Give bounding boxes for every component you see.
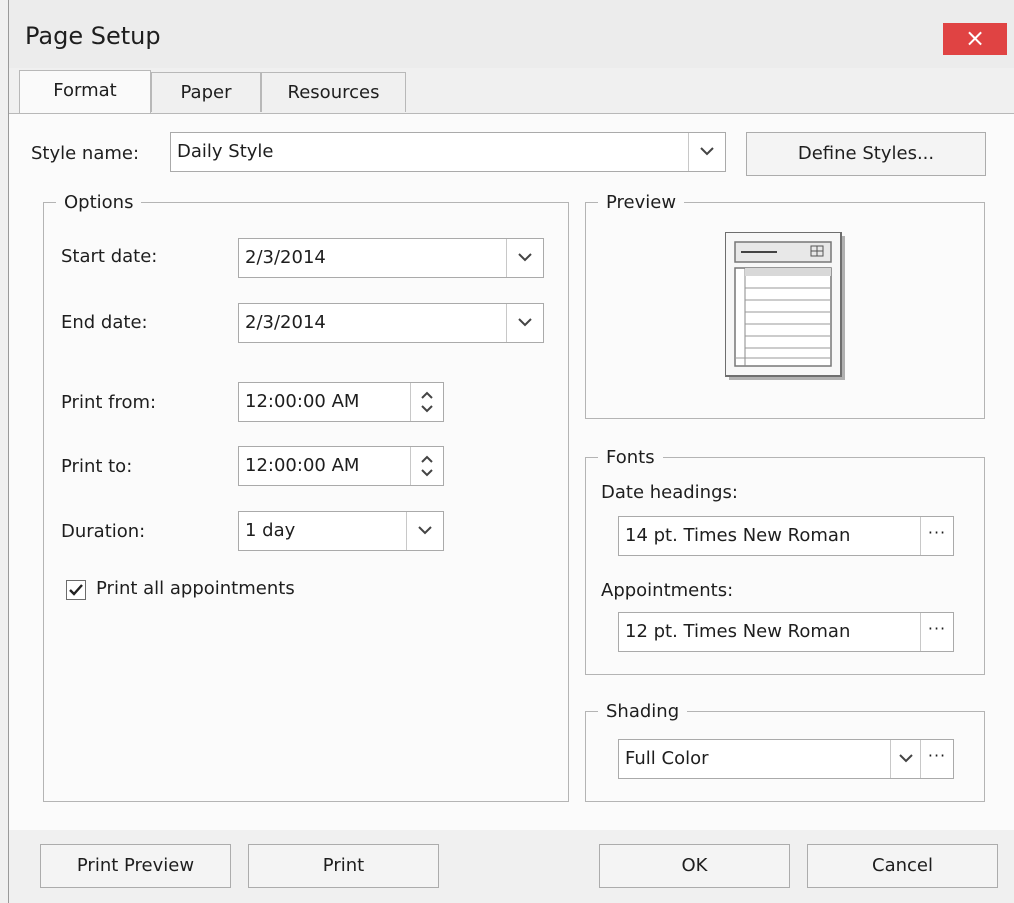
duration-combobox[interactable]: 1 day (238, 511, 444, 551)
close-icon: × (964, 24, 986, 52)
chevron-down-icon (700, 147, 714, 156)
print-from-label: Print from: (61, 392, 157, 413)
print-from-time-spinner[interactable]: 12:00:00 AM (238, 382, 444, 422)
chevron-down-icon (518, 318, 532, 327)
daily-calendar-page-icon (725, 232, 845, 380)
date-headings-label: Date headings: (601, 482, 738, 503)
appointments-font-field: 12 pt. Times New Roman ··· (618, 612, 954, 652)
print-all-appointments-checkbox[interactable] (66, 580, 86, 600)
shading-dropdown-button[interactable] (890, 740, 921, 778)
checkmark-icon (69, 584, 83, 596)
start-date-label: Start date: (61, 246, 158, 267)
shading-browse-button[interactable]: ··· (920, 740, 953, 778)
define-styles-button[interactable]: Define Styles... (746, 132, 986, 176)
options-group: Options (43, 192, 569, 802)
print-from-spin-buttons[interactable] (410, 383, 443, 421)
preview-legend: Preview (606, 192, 677, 213)
tab-paper[interactable]: Paper (151, 72, 261, 112)
tab-paper-label: Paper (180, 82, 232, 103)
date-headings-font-field: 14 pt. Times New Roman ··· (618, 516, 954, 556)
appointments-font-value: 12 pt. Times New Roman (625, 621, 851, 642)
print-to-label: Print to: (61, 456, 133, 477)
options-legend: Options (64, 192, 134, 213)
duration-label: Duration: (61, 521, 146, 542)
chevron-down-icon (518, 253, 532, 262)
shading-combobox[interactable]: Full Color ··· (618, 739, 954, 779)
spin-up-down-icon (421, 391, 433, 413)
date-headings-font-browse-button[interactable]: ··· (920, 517, 953, 555)
print-button[interactable]: Print (248, 844, 439, 888)
tab-resources[interactable]: Resources (261, 72, 406, 112)
print-preview-button[interactable]: Print Preview (40, 844, 231, 888)
chevron-down-icon (899, 754, 913, 763)
appointments-font-label: Appointments: (601, 580, 734, 601)
appointments-font-browse-button[interactable]: ··· (920, 613, 953, 651)
end-date-picker[interactable]: 2/3/2014 (238, 303, 544, 343)
start-date-value: 2/3/2014 (245, 247, 326, 268)
fonts-legend: Fonts (606, 447, 655, 468)
close-button[interactable]: × (943, 23, 1007, 55)
window-title: Page Setup (25, 22, 161, 50)
end-date-dropdown-button[interactable] (506, 304, 543, 342)
tab-format[interactable]: Format (19, 70, 151, 114)
duration-dropdown-button[interactable] (406, 512, 443, 550)
title-bar: Page Setup × (9, 0, 1014, 68)
format-tab-panel: Style name: Daily Style Define Styles...… (9, 114, 1014, 830)
ok-button[interactable]: OK (599, 844, 790, 888)
end-date-value: 2/3/2014 (245, 312, 326, 333)
print-to-value: 12:00:00 AM (245, 455, 360, 476)
date-headings-font-value: 14 pt. Times New Roman (625, 525, 851, 546)
style-name-dropdown-button[interactable] (688, 133, 725, 171)
chevron-down-icon (418, 526, 432, 535)
shading-value: Full Color (625, 748, 709, 769)
end-date-label: End date: (61, 312, 148, 333)
print-from-value: 12:00:00 AM (245, 391, 360, 412)
style-name-combobox[interactable]: Daily Style (170, 132, 726, 172)
shading-legend: Shading (606, 701, 680, 722)
style-name-label: Style name: (31, 143, 140, 164)
cancel-button[interactable]: Cancel (807, 844, 998, 888)
duration-value: 1 day (245, 520, 296, 541)
spin-up-down-icon (421, 455, 433, 477)
print-to-time-spinner[interactable]: 12:00:00 AM (238, 446, 444, 486)
tab-format-label: Format (53, 80, 117, 101)
tab-resources-label: Resources (287, 82, 380, 103)
start-date-picker[interactable]: 2/3/2014 (238, 238, 544, 278)
style-name-value: Daily Style (177, 141, 274, 162)
start-date-dropdown-button[interactable] (506, 239, 543, 277)
print-all-appointments-label[interactable]: Print all appointments (96, 578, 295, 599)
print-to-spin-buttons[interactable] (410, 447, 443, 485)
page-setup-dialog: Page Setup × Format Paper Resources Styl… (8, 0, 1014, 903)
